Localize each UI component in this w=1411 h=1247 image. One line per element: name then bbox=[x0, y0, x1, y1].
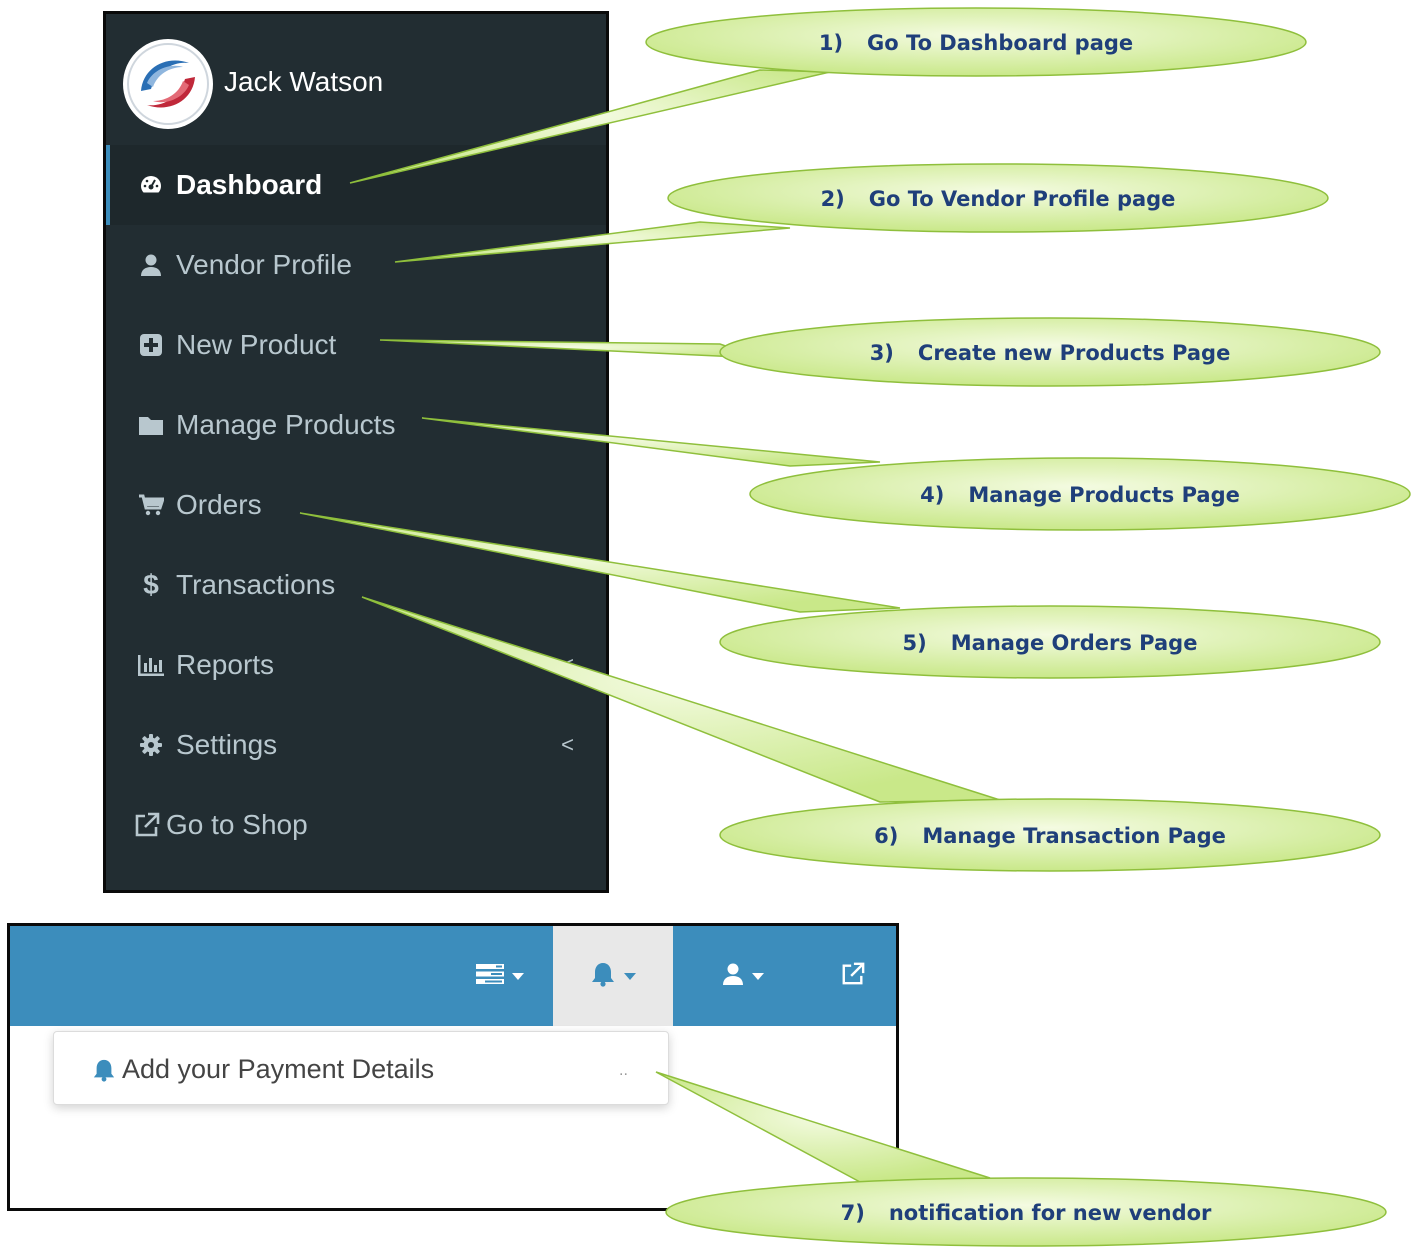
sidebar-item-new-product[interactable]: New Product bbox=[106, 305, 606, 385]
sidebar-item-label: Reports bbox=[176, 649, 275, 680]
sidebar-item-label: Go to Shop bbox=[166, 809, 308, 840]
chevron-left-icon: < bbox=[561, 652, 574, 677]
external-link-icon bbox=[841, 962, 865, 991]
sidebar-item-manage-products[interactable]: Manage Products bbox=[106, 385, 606, 465]
sidebar-item-transactions[interactable]: $ Transactions bbox=[106, 545, 606, 625]
callout-text: notification for new vendor bbox=[888, 1201, 1212, 1225]
external-link-button[interactable] bbox=[813, 926, 893, 1026]
callout-number: 2) bbox=[820, 187, 845, 211]
callout-label: 7) notification for new vendor bbox=[841, 1201, 1212, 1225]
callout-text: Manage Products Page bbox=[968, 483, 1240, 507]
caret-down-icon bbox=[624, 972, 636, 980]
bell-icon bbox=[93, 1059, 115, 1082]
user-panel: Jack Watson bbox=[106, 14, 606, 144]
chevron-left-icon: < bbox=[561, 732, 574, 757]
navbar-panel: Add your Payment Details .. bbox=[7, 923, 899, 1211]
callout-number: 5) bbox=[902, 631, 927, 655]
notification-dots: .. bbox=[619, 1062, 628, 1079]
callout-number: 4) bbox=[920, 483, 945, 507]
sidebar-item-orders[interactable]: Orders bbox=[106, 465, 606, 545]
callout-label: 3) Create new Products Page bbox=[870, 341, 1231, 365]
cart-icon bbox=[136, 490, 166, 520]
external-link-icon bbox=[132, 810, 162, 840]
sidebar-item-label: Transactions bbox=[176, 569, 336, 600]
notification-text: Add your Payment Details bbox=[122, 1054, 435, 1084]
tasks-icon bbox=[476, 963, 504, 989]
user-dropdown-toggle[interactable] bbox=[673, 926, 813, 1026]
sidebar-item-label: Orders bbox=[176, 489, 262, 520]
sidebar-item-dashboard[interactable]: Dashboard bbox=[106, 145, 606, 225]
callout-text: Go To Vendor Profile page bbox=[868, 187, 1176, 211]
sidebar-item-label: Manage Products bbox=[176, 409, 396, 440]
folder-icon bbox=[136, 410, 166, 440]
sidebar-item-settings[interactable]: Settings < bbox=[106, 705, 606, 785]
notifications-dropdown-toggle[interactable] bbox=[553, 926, 673, 1026]
user-icon bbox=[722, 962, 744, 991]
sidebar-item-vendor-profile[interactable]: Vendor Profile bbox=[106, 225, 606, 305]
top-navbar bbox=[10, 926, 896, 1026]
sidebar-item-reports[interactable]: Reports < bbox=[106, 625, 606, 705]
sidebar: Jack Watson Dashboard Vendor Profile New… bbox=[103, 11, 609, 893]
notifications-dropdown: Add your Payment Details .. bbox=[53, 1031, 669, 1105]
bell-icon bbox=[590, 961, 616, 992]
user-icon bbox=[136, 250, 166, 280]
notification-item[interactable]: Add your Payment Details bbox=[92, 1054, 434, 1085]
sidebar-item-go-to-shop[interactable]: Go to Shop bbox=[106, 785, 606, 865]
sidebar-item-label: New Product bbox=[176, 329, 337, 360]
sidebar-item-label: Settings bbox=[176, 729, 278, 760]
callout-text: Create new Products Page bbox=[917, 341, 1231, 365]
avatar bbox=[123, 39, 213, 129]
sidebar-menu: Dashboard Vendor Profile New Product Man… bbox=[106, 145, 606, 865]
callout-number: 1) bbox=[818, 31, 844, 55]
callout-label: 2) Go To Vendor Profile page bbox=[821, 187, 1176, 211]
bar-chart-icon bbox=[136, 650, 166, 680]
dollar-icon: $ bbox=[143, 569, 159, 600]
callout-label: 5) Manage Orders Page bbox=[903, 631, 1198, 655]
callout-text: Manage Orders Page bbox=[950, 631, 1198, 655]
callout-number: 3) bbox=[869, 341, 894, 365]
callout-number: 7) bbox=[840, 1201, 865, 1225]
dashboard-icon bbox=[136, 170, 166, 200]
caret-down-icon bbox=[512, 972, 524, 980]
callout-text: Manage Transaction Page bbox=[922, 824, 1226, 848]
caret-down-icon bbox=[752, 972, 764, 980]
callout-label: 4) Manage Products Page bbox=[920, 483, 1240, 507]
plus-square-icon bbox=[136, 330, 166, 360]
tasks-dropdown-toggle[interactable] bbox=[450, 926, 550, 1026]
user-name: Jack Watson bbox=[224, 66, 384, 97]
callout-number: 6) bbox=[874, 824, 899, 848]
sidebar-item-label: Dashboard bbox=[176, 169, 323, 200]
sidebar-item-label: Vendor Profile bbox=[176, 249, 352, 280]
callout-label: 1) Go To Dashboard page bbox=[819, 31, 1133, 55]
callout-text: Go To Dashboard page bbox=[867, 31, 1134, 55]
cog-icon bbox=[136, 730, 166, 760]
callout-label: 6) Manage Transaction Page bbox=[874, 824, 1226, 848]
